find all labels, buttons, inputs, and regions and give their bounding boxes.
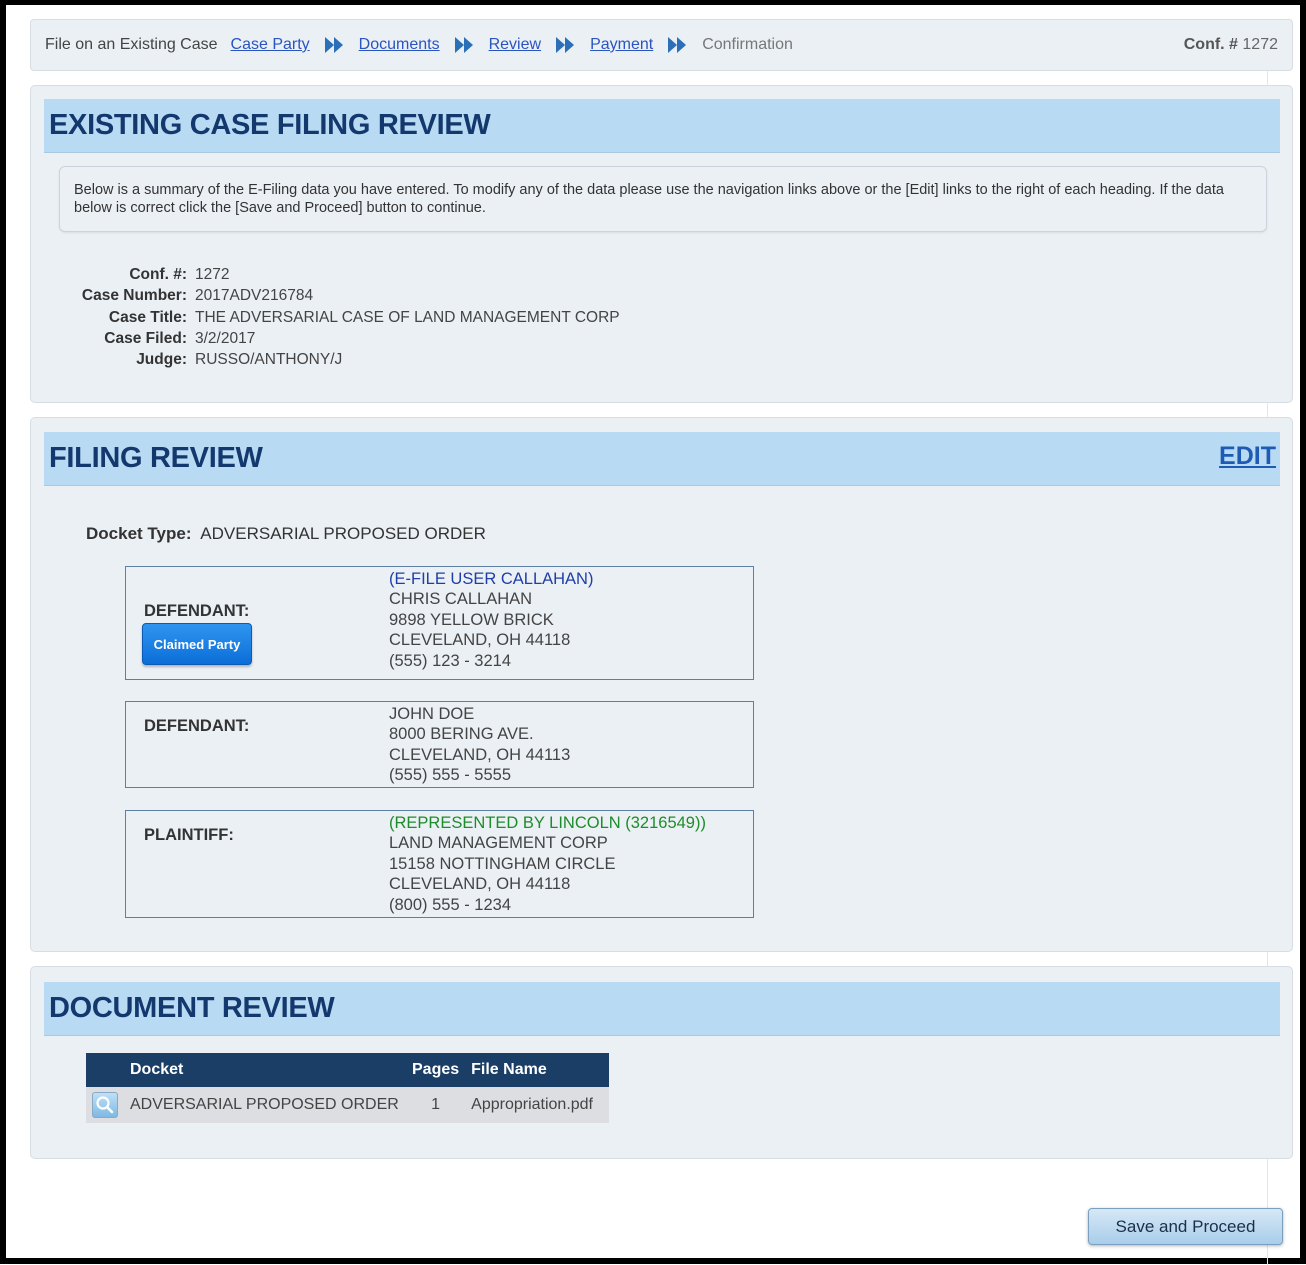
party-card: PLAINTIFF: (REPRESENTED BY LINCOLN (3216…: [125, 810, 754, 918]
breadcrumb-link-documents[interactable]: Documents: [359, 36, 440, 54]
party-card: DEFENDANT: Claimed Party (E-FILE USER CA…: [125, 566, 754, 680]
summary-label: Case Number:: [81, 287, 187, 305]
party-phone: (555) 123 - 3214: [389, 651, 512, 670]
breadcrumb-current-step: Confirmation: [702, 36, 793, 53]
table-cell-docket: ADVERSARIAL PROPOSED ORDER: [124, 1087, 406, 1123]
docket-type-label: Docket Type:: [86, 524, 192, 543]
document-review-header: DOCUMENT REVIEW: [44, 982, 1280, 1036]
table-header-pages: Pages: [406, 1053, 466, 1087]
party-note: (REPRESENTED BY LINCOLN (3216549)): [389, 814, 706, 832]
claimed-party-badge[interactable]: Claimed Party: [142, 623, 252, 665]
existing-case-panel: EXISTING CASE FILING REVIEW Below is a s…: [30, 85, 1293, 403]
docket-type: Docket Type: ADVERSARIAL PROPOSED ORDER: [86, 524, 486, 544]
document-review-panel: DOCUMENT REVIEW Docket Pages File Name A…: [30, 966, 1293, 1159]
table-cell-file-name[interactable]: Appropriation.pdf: [465, 1087, 610, 1123]
party-details: (REPRESENTED BY LINCOLN (3216549)) LAND …: [389, 813, 706, 915]
document-review-title: DOCUMENT REVIEW: [49, 992, 335, 1024]
party-details: JOHN DOE 8000 BERING AVE. CLEVELAND, OH …: [389, 704, 570, 786]
case-summary: Conf. #: 1272 Case Number: 2017ADV216784…: [31, 264, 620, 370]
party-phone: (800) 555 - 1234: [389, 895, 512, 914]
breadcrumb-lead: File on an Existing Case: [45, 36, 218, 53]
party-name: LAND MANAGEMENT CORP: [389, 834, 608, 853]
party-name: CHRIS CALLAHAN: [389, 590, 533, 609]
party-name: JOHN DOE: [389, 705, 475, 723]
party-role: DEFENDANT:: [144, 717, 250, 735]
summary-value: 1272: [195, 266, 230, 283]
party-address: 15158 NOTTINGHAM CIRCLE: [389, 854, 616, 873]
filing-review-panel: FILING REVIEW EDIT Docket Type: ADVERSAR…: [30, 417, 1293, 952]
window-frame: File on an Existing Case Case Party Docu…: [0, 0, 1306, 1265]
filing-review-title: FILING REVIEW: [49, 442, 263, 474]
table-header-row: Docket Pages File Name: [86, 1053, 610, 1087]
summary-value: 3/2/2017: [195, 329, 256, 347]
documents-table: Docket Pages File Name ADVERSARIAL PROPO…: [86, 1053, 610, 1123]
conf-number-label: Conf. #: [1183, 36, 1238, 53]
summary-value: 2017ADV216784: [195, 287, 314, 305]
summary-value: RUSSO/ANTHONY/J: [195, 351, 343, 369]
party-city: CLEVELAND, OH 44113: [389, 745, 571, 764]
edit-filing-link[interactable]: EDIT: [1219, 442, 1276, 471]
summary-row-case-number: Case Number: 2017ADV216784: [31, 285, 620, 306]
existing-case-header: EXISTING CASE FILING REVIEW: [44, 99, 1280, 153]
conf-number-value: 1272: [1242, 36, 1278, 53]
party-address: 8000 BERING AVE.: [389, 725, 534, 744]
party-phone: (555) 555 - 5555: [389, 766, 512, 785]
table-header-docket: Docket: [124, 1053, 406, 1087]
summary-label: Judge:: [136, 351, 187, 369]
party-role: PLAINTIFF:: [144, 826, 234, 844]
summary-row-case-filed: Case Filed: 3/2/2017: [31, 328, 620, 349]
double-chevron-right-icon: [556, 37, 575, 53]
party-city: CLEVELAND, OH 44118: [389, 875, 571, 894]
table-header-file-name: File Name: [465, 1053, 610, 1087]
existing-case-title: EXISTING CASE FILING REVIEW: [49, 109, 491, 141]
party-role: DEFENDANT:: [144, 602, 250, 620]
breadcrumb-link-case-party[interactable]: Case Party: [231, 36, 310, 54]
summary-label: Case Title:: [108, 308, 187, 326]
save-and-proceed-button[interactable]: Save and Proceed: [1088, 1208, 1283, 1245]
breadcrumb-link-payment[interactable]: Payment: [590, 36, 653, 54]
summary-row-judge: Judge: RUSSO/ANTHONY/J: [31, 349, 620, 370]
summary-row-conf: Conf. #: 1272: [31, 264, 620, 285]
breadcrumb-link-review[interactable]: Review: [489, 36, 541, 54]
docket-type-value: ADVERSARIAL PROPOSED ORDER: [200, 524, 486, 543]
party-city: CLEVELAND, OH 44118: [389, 631, 571, 650]
breadcrumb: File on an Existing Case Case Party Docu…: [30, 19, 1293, 71]
conf-number: Conf. # 1272: [1184, 36, 1278, 54]
table-row: ADVERSARIAL PROPOSED ORDER 1 Appropriati…: [86, 1087, 610, 1123]
party-details: (E-FILE USER CALLAHAN) CHRIS CALLAHAN 98…: [389, 569, 593, 671]
party-card: DEFENDANT: JOHN DOE 8000 BERING AVE. CLE…: [125, 701, 754, 788]
party-note: (E-FILE USER CALLAHAN): [389, 570, 594, 588]
table-header-icon-col: [86, 1053, 124, 1087]
summary-row-case-title: Case Title: THE ADVERSARIAL CASE OF LAND…: [31, 307, 620, 328]
double-chevron-right-icon: [324, 37, 343, 53]
summary-value: THE ADVERSARIAL CASE OF LAND MANAGEMENT …: [195, 308, 620, 326]
summary-label: Case Filed:: [104, 329, 187, 347]
instructions-box: Below is a summary of the E-Filing data …: [59, 166, 1267, 232]
filing-review-header: FILING REVIEW EDIT: [44, 432, 1280, 486]
magnifier-icon-glyph: [96, 1096, 114, 1114]
double-chevron-right-icon: [668, 37, 687, 53]
table-cell-icon: [86, 1087, 124, 1123]
party-address: 9898 YELLOW BRICK: [389, 610, 554, 629]
double-chevron-right-icon: [454, 37, 473, 53]
summary-label: Conf. #:: [129, 266, 187, 283]
magnifier-icon[interactable]: [92, 1092, 118, 1118]
table-cell-pages: 1: [406, 1087, 466, 1123]
